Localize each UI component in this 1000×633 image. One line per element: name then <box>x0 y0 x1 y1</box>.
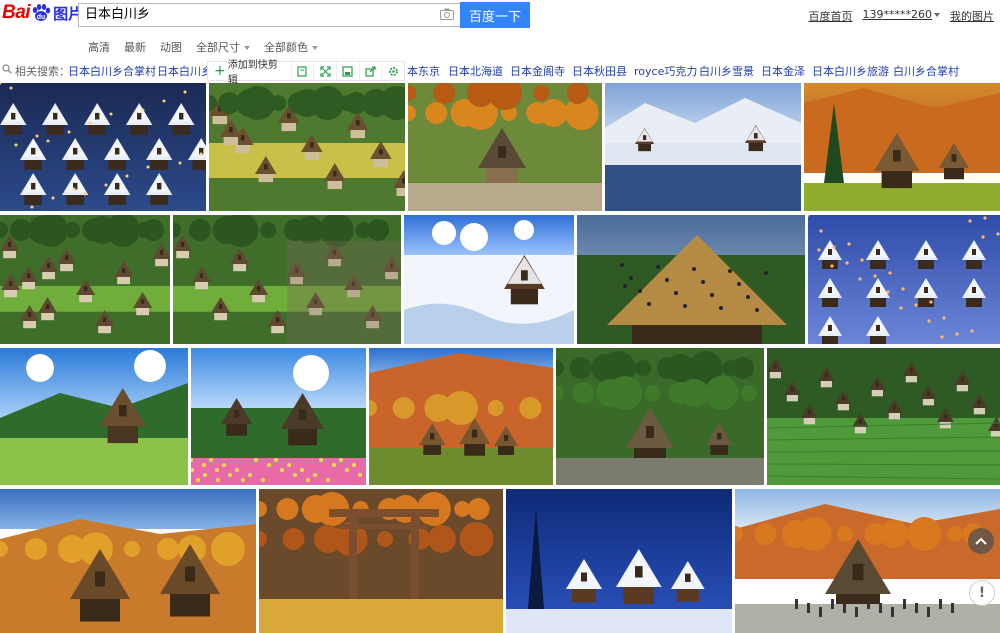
back-to-top-button[interactable] <box>968 528 994 554</box>
image-thumbnail[interactable] <box>0 83 206 211</box>
filter-bar: 高清 最新 动图 全部尺寸 全部颜色 <box>88 39 332 55</box>
thumbnail-image <box>735 489 1000 633</box>
search-icon <box>2 64 12 74</box>
image-thumbnail[interactable] <box>506 489 732 633</box>
filter-latest[interactable]: 最新 <box>124 39 146 55</box>
thumbnail-image <box>209 83 405 211</box>
image-hover-toolbar: + 添加到快剪辑 <box>207 60 405 86</box>
header: Bai du 图片 日本白川乡 百度一下 百度首页 139*****260 我的… <box>0 0 1000 30</box>
thumbnail-image <box>808 215 1000 344</box>
thumbnail-image <box>408 83 602 211</box>
thumbnail-image <box>0 83 206 211</box>
exclamation-icon: ! <box>978 585 986 601</box>
search-input[interactable]: 日本白川乡 <box>78 3 460 27</box>
image-thumbnail[interactable] <box>735 489 1000 633</box>
chevron-down-icon <box>934 13 940 17</box>
related-item[interactable]: 白川乡雪景 <box>699 63 754 78</box>
related-searches: 相关搜索： 日本白川乡合掌村 日本白川乡地 本东京 日本北海道 日本金阁寺 日本… <box>0 62 1000 78</box>
search-button[interactable]: 百度一下 <box>460 2 530 28</box>
related-label: 相关搜索： <box>15 65 70 78</box>
related-item[interactable]: 日本秋田县 <box>572 63 627 78</box>
svg-text:du: du <box>37 14 46 21</box>
filter-color-dropdown[interactable]: 全部颜色 <box>264 39 318 55</box>
share-icon[interactable] <box>358 62 382 80</box>
image-thumbnail[interactable] <box>408 83 602 211</box>
image-thumbnail[interactable] <box>369 348 553 485</box>
add-to-clip-label: 添加到快剪辑 <box>227 60 278 86</box>
related-item[interactable]: 日本白川乡旅游 <box>812 63 889 78</box>
filter-size-dropdown[interactable]: 全部尺寸 <box>196 39 250 55</box>
plus-icon: + <box>214 63 226 79</box>
image-thumbnail[interactable] <box>556 348 764 485</box>
related-item[interactable]: 日本白川乡合掌村 <box>68 63 156 78</box>
logo-text-bai: Bai <box>2 2 31 23</box>
chevron-up-icon <box>975 537 987 545</box>
related-item[interactable]: royce巧克力 <box>634 63 697 78</box>
related-item[interactable]: 日本金泽 <box>761 63 805 78</box>
image-thumbnail[interactable] <box>605 83 801 211</box>
image-thumbnail[interactable] <box>808 215 1000 344</box>
save-icon[interactable] <box>335 62 359 80</box>
home-link[interactable]: 百度首页 <box>809 8 853 24</box>
thumbnail-image <box>259 489 503 633</box>
feedback-button[interactable]: ! <box>969 580 995 606</box>
thumbnail-image <box>0 489 256 633</box>
thumbnail-image <box>804 83 1000 211</box>
image-thumbnail[interactable] <box>0 489 256 633</box>
image-thumbnail[interactable] <box>404 215 574 344</box>
image-thumbnail[interactable] <box>804 83 1000 211</box>
top-links: 百度首页 139*****260 我的图片 <box>809 8 995 24</box>
related-item[interactable]: 本东京 <box>407 63 440 78</box>
thumbnail-image <box>556 348 764 485</box>
image-thumbnail[interactable] <box>0 348 188 485</box>
thumbnail-image <box>404 215 574 344</box>
search-query-text: 日本白川乡 <box>85 7 151 22</box>
thumbnail-image <box>0 348 188 485</box>
my-images-link[interactable]: 我的图片 <box>950 8 994 24</box>
user-menu[interactable]: 139*****260 <box>862 8 940 24</box>
related-item[interactable]: 日本金阁寺 <box>510 63 565 78</box>
thumbnail-image <box>369 348 553 485</box>
image-thumbnail[interactable] <box>209 83 405 211</box>
settings-icon[interactable] <box>381 62 404 80</box>
username: 139*****260 <box>862 8 933 21</box>
thumbnail-image <box>605 83 801 211</box>
baidu-logo[interactable]: Bai du 图片 <box>2 0 83 26</box>
thumbnail-image <box>191 348 366 485</box>
image-thumbnail[interactable] <box>767 348 1000 485</box>
related-item[interactable]: 白川乡合掌村 <box>893 63 959 78</box>
image-thumbnail[interactable] <box>173 215 401 344</box>
expand-icon[interactable] <box>313 62 336 80</box>
clip-icon[interactable] <box>290 62 314 80</box>
thumbnail-image <box>506 489 732 633</box>
thumbnail-image <box>577 215 805 344</box>
image-thumbnail[interactable] <box>0 215 170 344</box>
image-thumbnail[interactable] <box>191 348 366 485</box>
add-to-clip-button[interactable]: + 添加到快剪辑 <box>208 60 291 86</box>
image-thumbnail[interactable] <box>577 215 805 344</box>
filter-animated[interactable]: 动图 <box>160 39 182 55</box>
image-thumbnail[interactable] <box>259 489 503 633</box>
thumbnail-image <box>0 215 170 344</box>
thumbnail-image <box>173 215 401 344</box>
paw-icon: du <box>32 4 51 21</box>
related-item[interactable]: 日本北海道 <box>448 63 503 78</box>
thumbnail-image <box>767 348 1000 485</box>
filter-hd[interactable]: 高清 <box>88 39 110 55</box>
camera-icon[interactable] <box>440 8 454 20</box>
